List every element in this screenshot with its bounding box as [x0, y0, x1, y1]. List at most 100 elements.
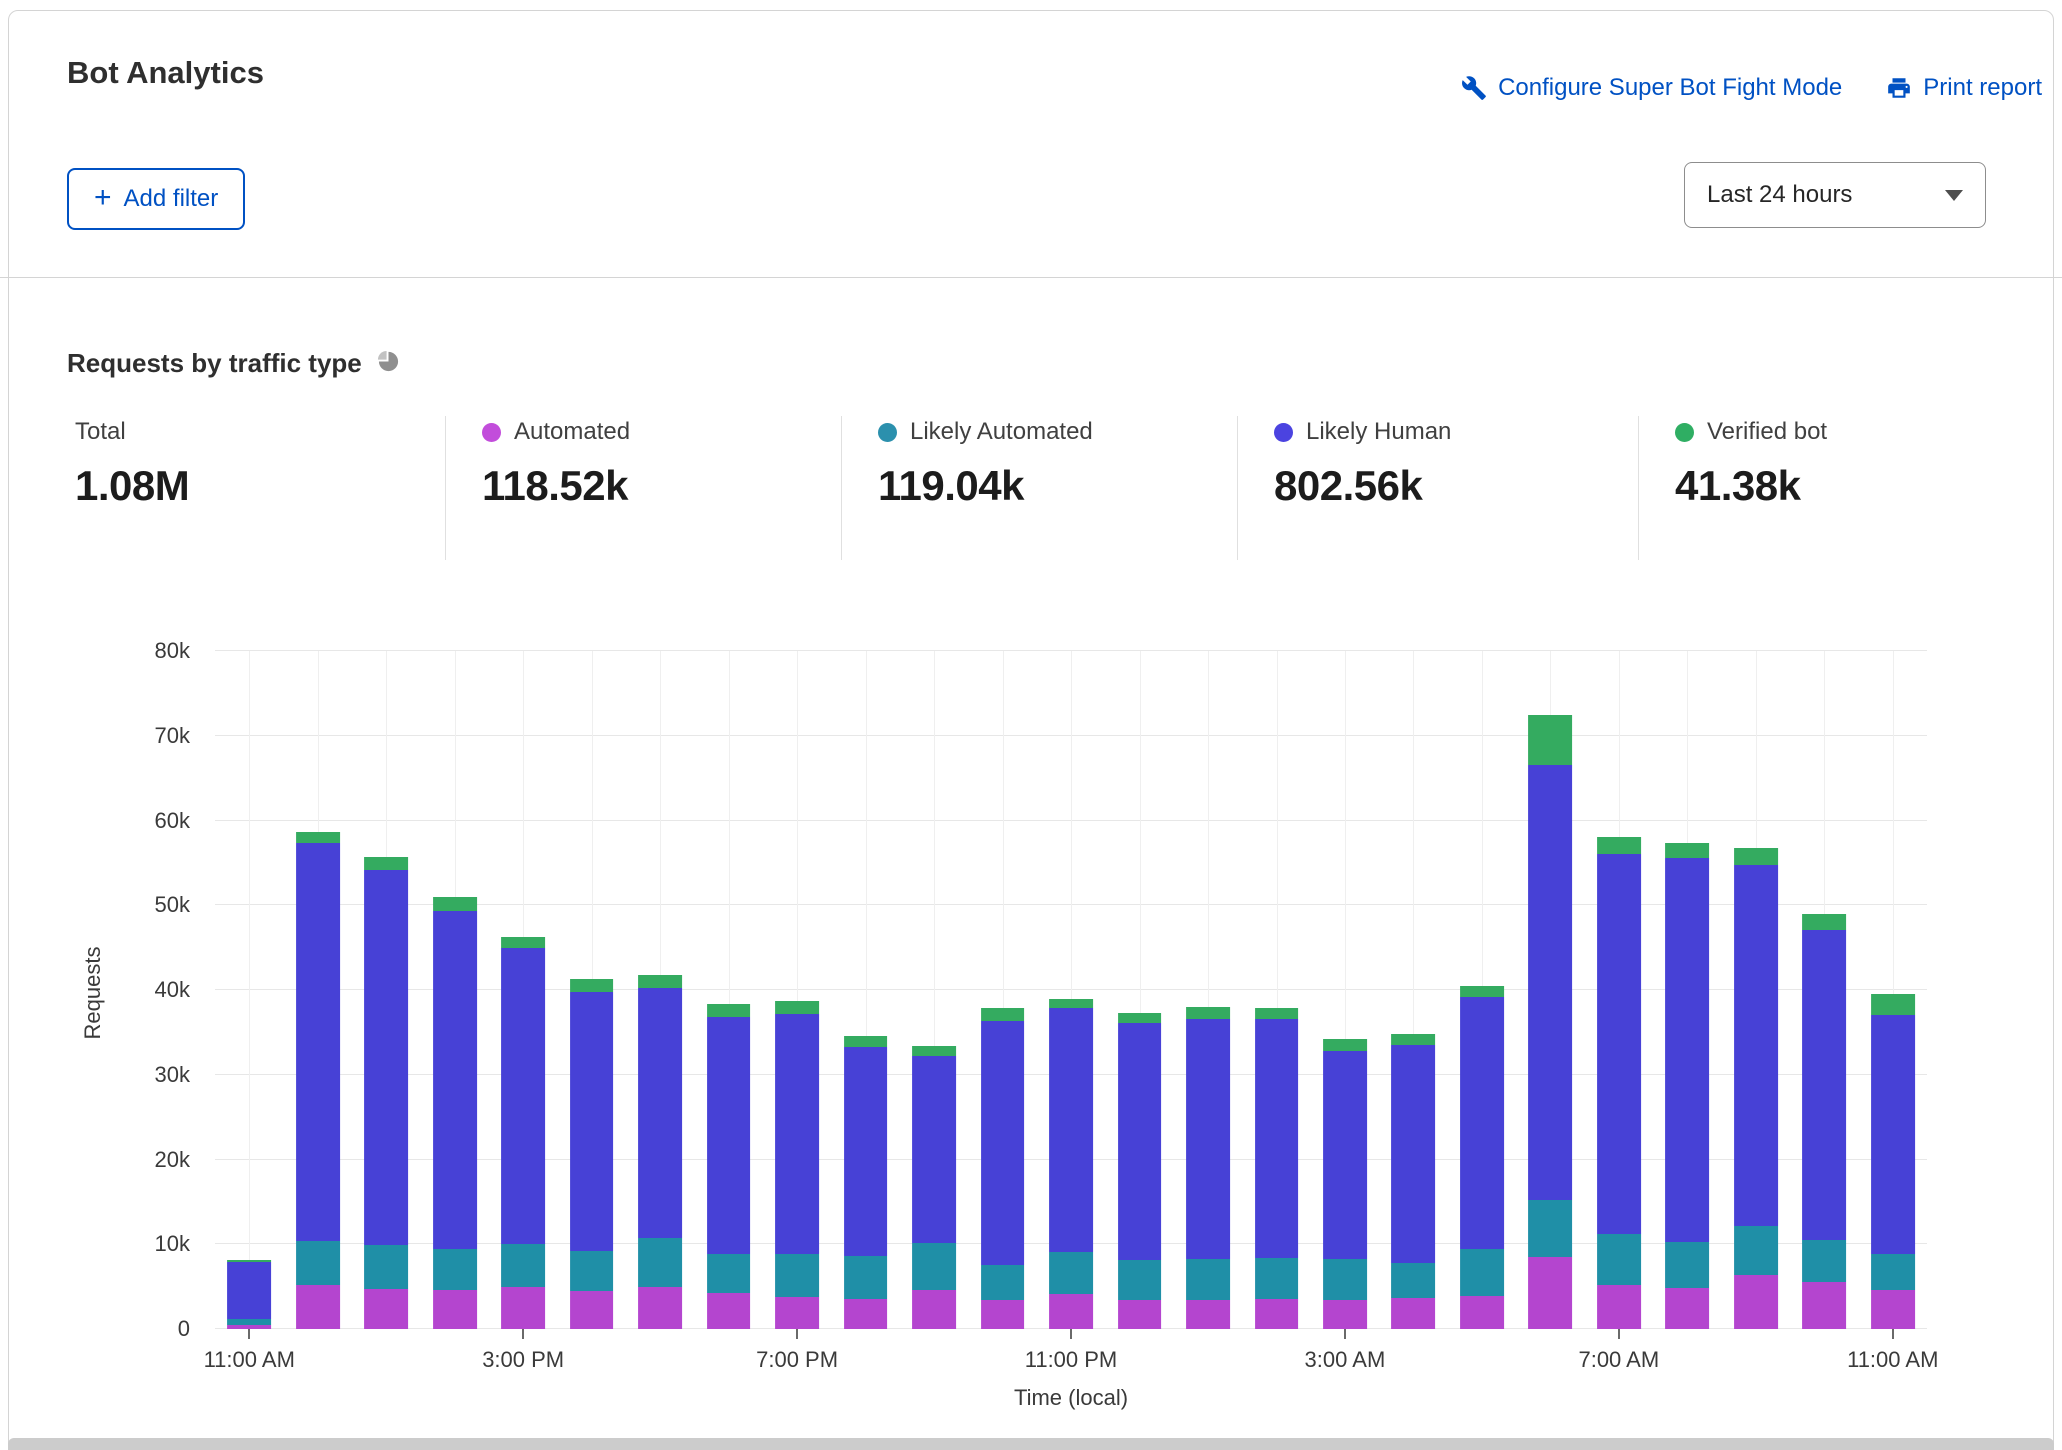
- chart-bar-100am[interactable]: [1186, 1007, 1230, 1329]
- segment-verified-bot: [1802, 914, 1846, 930]
- stat-likely-automated-value: 119.04k: [878, 462, 1093, 510]
- segment-likely-automated: [1734, 1226, 1778, 1275]
- chart-bar-200pm[interactable]: [433, 897, 477, 1329]
- y-tick-label: 50k: [155, 892, 190, 918]
- chart-bar-400am[interactable]: [1392, 1034, 1436, 1329]
- add-filter-button[interactable]: + Add filter: [67, 168, 245, 230]
- likely-automated-dot-icon: [878, 423, 897, 442]
- next-section-edge: [8, 1438, 2054, 1450]
- chart-bar-900am[interactable]: [1734, 848, 1778, 1329]
- bar-slot: [1790, 651, 1858, 1329]
- chart-bar-800pm[interactable]: [844, 1036, 888, 1329]
- printer-icon: [1886, 75, 1912, 101]
- segment-verified-bot: [844, 1036, 888, 1047]
- bar-slot: [900, 651, 968, 1329]
- segment-likely-human: [1118, 1023, 1162, 1259]
- stat-total-value: 1.08M: [75, 462, 189, 510]
- segment-likely-automated: [1323, 1259, 1367, 1301]
- stat-automated-label: Automated: [514, 418, 630, 446]
- y-tick-label: 70k: [155, 723, 190, 749]
- segment-likely-automated: [501, 1244, 545, 1287]
- chart-bar-100pm[interactable]: [364, 857, 408, 1329]
- stat-divider: [1638, 416, 1639, 560]
- segment-verified-bot: [1665, 843, 1709, 858]
- segment-verified-bot: [433, 897, 477, 911]
- chart-bar-1100pm[interactable]: [1049, 999, 1093, 1330]
- segment-automated: [433, 1290, 477, 1329]
- verified-bot-dot-icon: [1675, 423, 1694, 442]
- segment-verified-bot: [775, 1001, 819, 1014]
- segment-likely-human: [1871, 1015, 1915, 1254]
- stat-automated-value: 118.52k: [482, 462, 630, 510]
- segment-automated: [570, 1291, 614, 1329]
- segment-likely-human: [844, 1047, 888, 1256]
- segment-likely-automated: [844, 1256, 888, 1299]
- x-tick-label: 3:00 AM: [1305, 1347, 1386, 1373]
- bar-slot: [420, 651, 488, 1329]
- x-tick-label: 11:00 AM: [1847, 1347, 1938, 1373]
- segment-automated: [1186, 1300, 1230, 1329]
- time-range-select[interactable]: Last 24 hours: [1684, 162, 1986, 228]
- chart-bar-500am[interactable]: [1460, 986, 1504, 1329]
- segment-likely-automated: [1597, 1234, 1641, 1285]
- chart-bar-600am[interactable]: [1529, 715, 1573, 1329]
- chart-bar-300pm[interactable]: [501, 937, 545, 1329]
- chart-bar-700am[interactable]: [1597, 837, 1641, 1329]
- stat-total: Total 1.08M: [75, 418, 189, 510]
- chart-bar-700pm[interactable]: [775, 1001, 819, 1329]
- x-tick-mark: [1618, 1329, 1620, 1339]
- print-report-link[interactable]: Print report: [1886, 74, 2042, 102]
- bar-slot: [1516, 651, 1584, 1329]
- segment-automated: [1597, 1285, 1641, 1329]
- segment-automated: [1460, 1296, 1504, 1329]
- x-tick-mark: [1070, 1329, 1072, 1339]
- chart-bar-800am[interactable]: [1665, 843, 1709, 1329]
- segment-verified-bot: [570, 979, 614, 992]
- header-divider: [0, 277, 2062, 278]
- y-tick-label: 40k: [155, 977, 190, 1003]
- segment-verified-bot: [1323, 1039, 1367, 1051]
- chart-bar-1000am[interactable]: [1802, 914, 1846, 1329]
- bot-analytics-page: Bot Analytics Configure Super Bot Fight …: [0, 0, 2062, 1450]
- segment-likely-automated: [570, 1251, 614, 1291]
- wrench-icon: [1461, 75, 1487, 101]
- segment-automated: [775, 1297, 819, 1329]
- y-tick-label: 20k: [155, 1147, 190, 1173]
- segment-verified-bot: [1529, 715, 1573, 766]
- segment-verified-bot: [1460, 986, 1504, 997]
- segment-likely-human: [638, 988, 682, 1238]
- x-tick-label: 3:00 PM: [482, 1347, 564, 1373]
- segment-likely-human: [227, 1262, 271, 1319]
- chart-bar-300am[interactable]: [1323, 1039, 1367, 1329]
- chart-bar-900pm[interactable]: [912, 1046, 956, 1329]
- chart-bar-600pm[interactable]: [707, 1004, 751, 1329]
- y-tick-label: 0: [178, 1316, 190, 1342]
- bar-slot: [557, 651, 625, 1329]
- chart-bar-1000pm[interactable]: [981, 1008, 1025, 1329]
- chart-bar-1200pm[interactable]: [296, 832, 340, 1329]
- segment-likely-human: [1049, 1008, 1093, 1252]
- stat-likely-human-value: 802.56k: [1274, 462, 1451, 510]
- vertical-gridline: [249, 651, 250, 1329]
- plus-icon: +: [94, 183, 112, 213]
- segment-likely-human: [775, 1014, 819, 1254]
- segment-likely-human: [1186, 1019, 1230, 1259]
- chevron-down-icon: [1945, 190, 1963, 201]
- segment-automated: [1734, 1275, 1778, 1329]
- segment-verified-bot: [1118, 1013, 1162, 1023]
- y-tick-label: 60k: [155, 808, 190, 834]
- segment-verified-bot: [1597, 837, 1641, 853]
- segment-likely-human: [1529, 765, 1573, 1200]
- segment-likely-human: [912, 1056, 956, 1242]
- automated-dot-icon: [482, 423, 501, 442]
- chart-bar-1200am[interactable]: [1118, 1013, 1162, 1329]
- segment-automated: [1871, 1290, 1915, 1329]
- chart-bar-200am[interactable]: [1255, 1008, 1299, 1329]
- configure-super-bot-fight-mode-link[interactable]: Configure Super Bot Fight Mode: [1461, 74, 1842, 102]
- chart-bar-500pm[interactable]: [638, 975, 682, 1329]
- stat-likely-automated: Likely Automated 119.04k: [878, 418, 1093, 510]
- bar-slot: [1037, 651, 1105, 1329]
- chart-bar-400pm[interactable]: [570, 979, 614, 1329]
- chart-bar-1100am[interactable]: [227, 1260, 271, 1329]
- chart-bar-1100am[interactable]: [1871, 994, 1915, 1329]
